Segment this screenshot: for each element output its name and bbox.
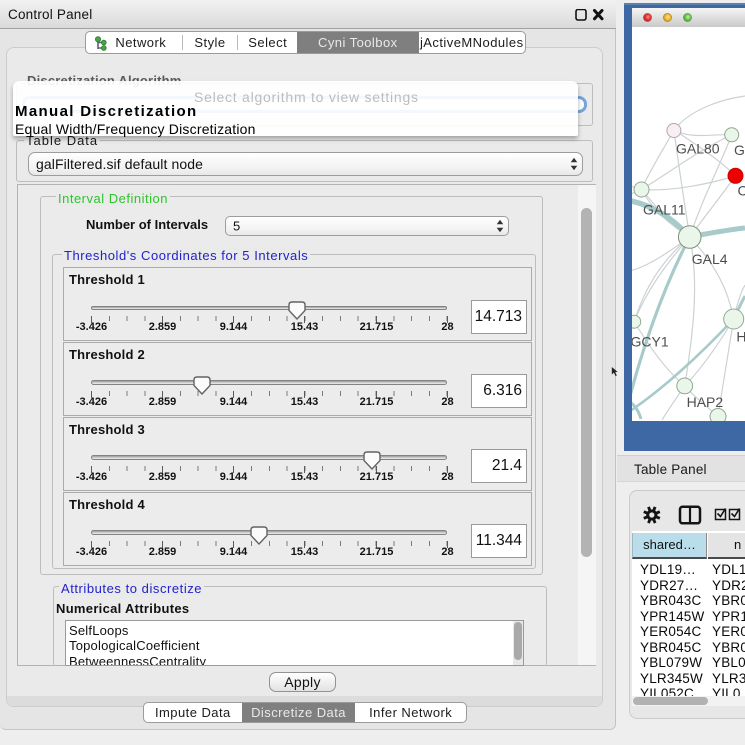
svg-text:GAL4: GAL4 [692,251,728,267]
svg-text:GAL1: GAL1 [734,142,745,158]
svg-text:GAL80: GAL80 [676,141,720,157]
svg-text:CA: CA [738,183,745,199]
svg-text:GAL11: GAL11 [643,201,686,217]
svg-text:H: H [736,328,745,344]
svg-text:HAP2: HAP2 [687,394,724,410]
svg-text:GCY1: GCY1 [632,334,669,350]
